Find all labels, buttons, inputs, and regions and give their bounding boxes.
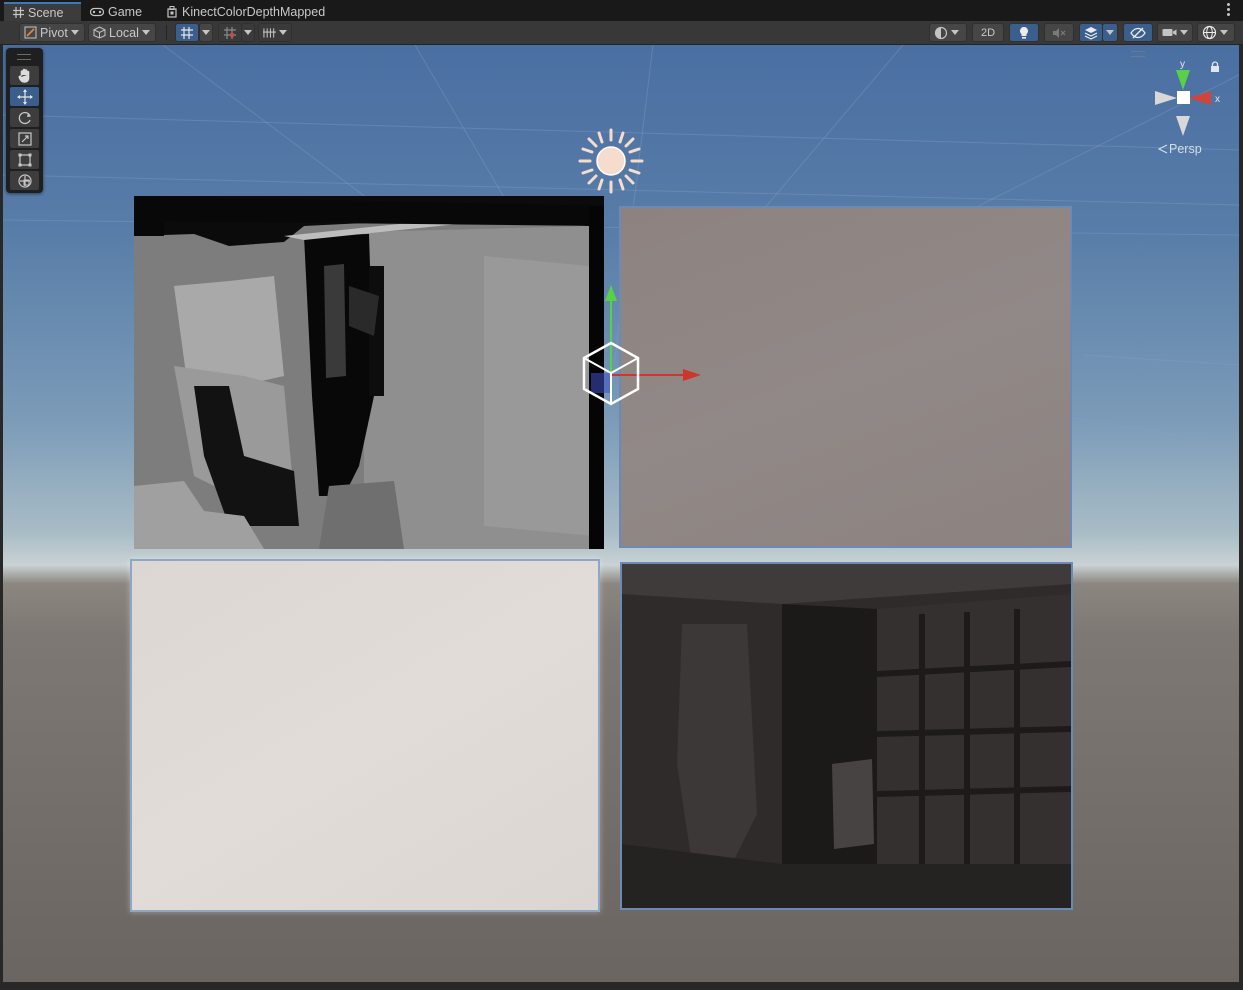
tool-palette-grip[interactable] xyxy=(17,54,31,60)
grid-visibility-dropdown[interactable] xyxy=(258,23,292,42)
tab-label: KinectColorDepthMapped xyxy=(182,4,326,19)
lightbulb-icon xyxy=(1020,26,1028,39)
transform-tool-icon xyxy=(17,173,32,188)
tab-label: Game xyxy=(108,4,143,19)
chevron-down-icon xyxy=(141,30,150,35)
scene-viewport[interactable]: y x Persp xyxy=(3,45,1239,982)
increment-snap-dropdown[interactable] xyxy=(241,23,255,42)
chevron-down-icon xyxy=(951,30,959,35)
tab-label: Scene xyxy=(28,5,64,20)
camera-icon xyxy=(1162,29,1177,36)
transform-tool-button[interactable] xyxy=(10,171,39,190)
2d-mode-toggle[interactable]: 2D xyxy=(972,23,1004,42)
grid-snap-icon xyxy=(181,26,193,39)
overlay-drag-handle[interactable] xyxy=(1131,51,1145,57)
chevron-down-icon xyxy=(279,30,287,35)
directional-light-icon[interactable] xyxy=(577,127,645,195)
scene-effects-toggle[interactable] xyxy=(1079,23,1103,42)
grid-plane-icon xyxy=(263,27,276,38)
scale-tool-button[interactable] xyxy=(10,129,39,148)
tool-palette xyxy=(6,48,43,193)
depth-image-quad[interactable] xyxy=(134,196,604,549)
panel-border-right xyxy=(1239,45,1243,990)
grid-snap-dropdown[interactable] xyxy=(199,23,213,42)
scene-lighting-toggle[interactable] xyxy=(1009,23,1039,42)
panel-border-bottom xyxy=(0,982,1243,990)
tab-game[interactable]: Game xyxy=(82,2,148,21)
gizmos-dropdown[interactable] xyxy=(1197,23,1235,42)
body-index-quad[interactable] xyxy=(130,559,600,912)
local-dropdown[interactable]: Local xyxy=(88,23,156,42)
snap-increment-icon xyxy=(224,26,236,39)
increment-snap-toggle[interactable] xyxy=(218,23,242,42)
layers-icon xyxy=(1084,26,1098,40)
scene-camera-dropdown[interactable] xyxy=(1157,23,1193,42)
draw-mode-dropdown[interactable] xyxy=(929,23,967,42)
perspective-icon xyxy=(1158,144,1168,154)
rect-tool-button[interactable] xyxy=(10,150,39,169)
scale-tool-icon xyxy=(17,131,32,146)
axis-x-label: x xyxy=(1215,94,1220,105)
infrared-image xyxy=(622,564,1072,908)
infrared-image-quad[interactable] xyxy=(620,562,1073,910)
tab-kinect-color-depth-mapped[interactable]: KinectColorDepthMapped xyxy=(158,2,338,21)
camera-projection-toggle[interactable]: Persp xyxy=(1158,142,1202,156)
rect-tool-icon xyxy=(18,153,31,166)
move-tool-icon xyxy=(16,88,33,105)
chevron-down-icon xyxy=(202,30,210,35)
window-tab-bar: Scene Game KinectColorDepthMapped xyxy=(0,0,1243,21)
local-label: Local xyxy=(109,25,139,40)
2d-label: 2D xyxy=(980,26,996,39)
scene-toolbar: Pivot Local 2D xyxy=(0,21,1243,45)
prefab-icon xyxy=(166,5,178,18)
more-options-icon[interactable] xyxy=(1227,3,1231,17)
move-gizmo[interactable] xyxy=(581,283,711,413)
chevron-down-icon xyxy=(1220,30,1228,35)
scene-audio-toggle[interactable] xyxy=(1044,23,1074,42)
scene-effects-dropdown[interactable] xyxy=(1102,23,1118,42)
gamepad-icon xyxy=(90,6,104,18)
hand-tool-icon xyxy=(18,68,29,83)
grid-snap-toggle[interactable] xyxy=(175,23,199,42)
cube-icon xyxy=(93,26,106,39)
eye-hidden-icon xyxy=(1130,27,1146,38)
speaker-muted-icon xyxy=(1053,27,1066,38)
tab-scene[interactable]: Scene xyxy=(4,2,81,21)
move-tool-button[interactable] xyxy=(10,87,39,106)
chevron-down-icon xyxy=(70,30,79,35)
axis-y-label: y xyxy=(1180,59,1185,70)
rotate-tool-button[interactable] xyxy=(10,108,39,127)
globe-icon xyxy=(1202,25,1217,40)
pivot-label: Pivot xyxy=(40,25,68,40)
depth-map-image xyxy=(134,196,604,549)
pivot-icon xyxy=(24,26,37,39)
toolbar-separator xyxy=(166,25,167,40)
persp-label: Persp xyxy=(1169,142,1202,156)
chevron-down-icon xyxy=(244,30,252,35)
chevron-down-icon xyxy=(1106,30,1114,35)
rotate-tool-icon xyxy=(18,111,31,124)
hand-tool-button[interactable] xyxy=(10,66,39,85)
lock-icon[interactable] xyxy=(1210,61,1220,72)
shaded-sphere-icon xyxy=(934,26,948,39)
scene-visibility-toggle[interactable] xyxy=(1123,23,1153,42)
chevron-down-icon xyxy=(1180,30,1188,35)
pivot-dropdown[interactable]: Pivot xyxy=(19,23,85,42)
grid-hash-icon xyxy=(12,7,24,19)
